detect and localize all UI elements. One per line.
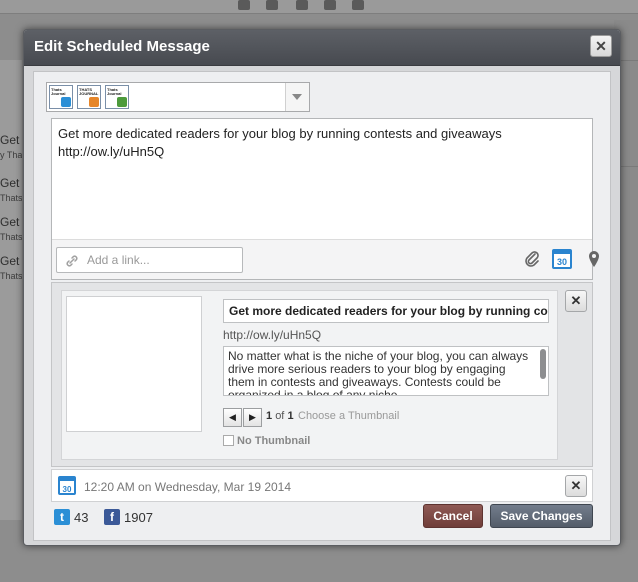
background-text: Get r <box>0 133 22 147</box>
profile-dropdown-toggle[interactable] <box>285 83 309 111</box>
cancel-button[interactable]: Cancel <box>423 504 483 528</box>
calendar-day: 30 <box>556 257 567 267</box>
background-toolbar-icon <box>238 0 250 10</box>
background-toolbar-icon <box>352 0 364 10</box>
background-text: Thats <box>0 232 22 242</box>
thumbnail-counter: 1 of 1 <box>266 410 294 422</box>
remove-schedule-button[interactable]: ✕ <box>565 475 587 497</box>
location-pin-icon[interactable] <box>584 249 604 269</box>
remove-preview-button[interactable]: ✕ <box>565 290 587 312</box>
no-thumbnail-label: No Thumbnail <box>237 435 311 447</box>
calendar-icon[interactable]: 30 <box>552 249 572 269</box>
thumbnail-of: of <box>275 410 285 422</box>
add-link-placeholder: Add a link... <box>87 253 150 267</box>
blogger-badge-icon <box>89 97 99 107</box>
paperclip-icon[interactable] <box>522 249 542 269</box>
background-toolbar <box>0 0 638 14</box>
dialog-header: Edit Scheduled Message ✕ <box>24 30 620 66</box>
link-preview-card: Get more dedicated readers for your blog… <box>61 290 558 460</box>
twitter-icon: t <box>54 509 70 525</box>
background-toolbar-icon <box>266 0 278 10</box>
schedule-row: 30 12:20 AM on Wednesday, Mar 19 2014 ✕ <box>51 469 593 502</box>
profile-avatar-label: Thats Journal <box>51 87 66 96</box>
preview-description-input[interactable]: No matter what is the niche of your blog… <box>223 346 549 396</box>
preview-description-text: No matter what is the niche of your blog… <box>228 349 529 396</box>
description-scrollbar[interactable] <box>540 349 546 379</box>
save-changes-button[interactable]: Save Changes <box>490 504 593 528</box>
preview-thumbnail <box>66 296 202 432</box>
facebook-follower-count: 1907 <box>124 510 153 525</box>
link-preview-panel: Get more dedicated readers for your blog… <box>51 282 593 467</box>
close-dialog-button[interactable]: ✕ <box>590 35 612 57</box>
preview-title-input[interactable]: Get more dedicated readers for your blog… <box>223 299 549 323</box>
message-composer[interactable]: Get more dedicated readers for your blog… <box>51 118 599 280</box>
thumbnail-total: 1 <box>287 410 294 422</box>
dialog-title: Edit Scheduled Message <box>34 38 210 55</box>
background-text: Get <box>0 215 20 229</box>
background-toolbar-icon <box>324 0 336 10</box>
next-thumbnail-button[interactable]: ▶ <box>243 408 262 427</box>
composer-toolbar: Add a link... 30 <box>52 239 599 279</box>
background-toolbar-icon <box>296 0 308 10</box>
background-text: Thats <box>0 193 22 203</box>
preview-url: http://ow.ly/uHn5Q <box>223 328 322 342</box>
background-stream: Get r y That Get Thats Get Thats Get Tha… <box>0 60 22 520</box>
profile-selector[interactable]: Thats Journal THATS JOURNAL Thats Journa… <box>46 82 310 112</box>
schedule-calendar-icon[interactable]: 30 <box>58 476 76 495</box>
chevron-down-icon <box>292 94 302 100</box>
profile-avatar[interactable]: Thats Journal <box>105 85 129 109</box>
previous-thumbnail-button[interactable]: ◀ <box>223 408 242 427</box>
background-text: y That <box>0 150 22 160</box>
background-text: Get <box>0 176 20 190</box>
no-thumbnail-checkbox[interactable] <box>223 435 234 446</box>
choose-thumbnail-label: Choose a Thumbnail <box>298 410 400 422</box>
profile-avatar[interactable]: Thats Journal <box>49 85 73 109</box>
twitter-badge-icon <box>61 97 71 107</box>
schedule-calendar-day: 30 <box>62 485 72 494</box>
no-thumbnail-option[interactable]: No Thumbnail <box>223 435 310 447</box>
background-text: Get <box>0 254 20 268</box>
edit-scheduled-message-dialog: Edit Scheduled Message ✕ Thats Journal T… <box>23 29 621 546</box>
facebook-icon: f <box>104 509 120 525</box>
network-badge-icon <box>117 97 127 107</box>
profile-avatar-label: THATS JOURNAL <box>79 87 99 96</box>
schedule-datetime[interactable]: 12:20 AM on Wednesday, Mar 19 2014 <box>84 480 291 494</box>
profile-avatar[interactable]: THATS JOURNAL <box>77 85 101 109</box>
twitter-follower-count: 43 <box>74 510 89 525</box>
thumbnail-current: 1 <box>266 410 273 422</box>
add-link-input[interactable]: Add a link... <box>56 247 243 273</box>
link-icon <box>66 255 78 267</box>
profile-avatar-label: Thats Journal <box>107 87 122 96</box>
message-textarea[interactable]: Get more dedicated readers for your blog… <box>58 125 586 161</box>
dialog-body: Thats Journal THATS JOURNAL Thats Journa… <box>33 71 611 541</box>
background-text: Thats <box>0 271 22 281</box>
